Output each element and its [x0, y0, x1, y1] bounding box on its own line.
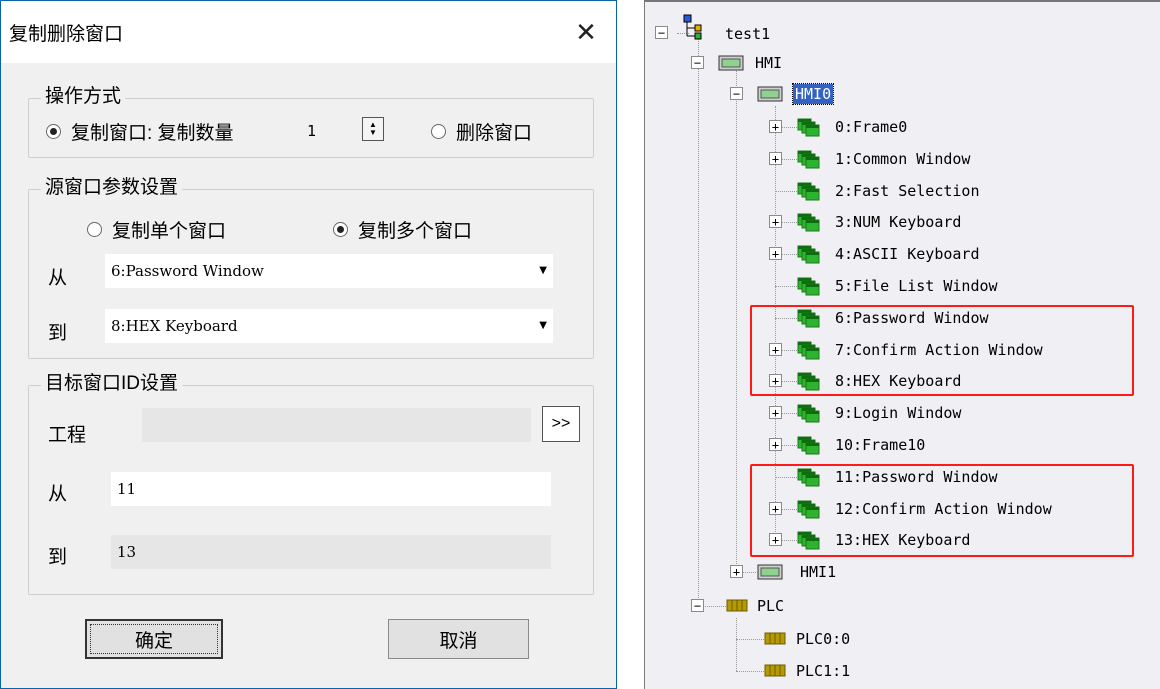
copy-delete-window-dialog: 复制删除窗口 ✕ 操作方式 复制窗口: 复制数量 1 ▲ ▼ 删除窗口 源窗口参… — [0, 0, 617, 689]
expand-window-toggle[interactable]: + — [769, 438, 782, 451]
target-from-label: 从 — [48, 484, 68, 505]
source-to-label: 到 — [48, 323, 68, 344]
window-icon — [797, 277, 820, 296]
window-icon — [797, 436, 820, 455]
copy-window-label: 复制窗口: 复制数量 — [71, 123, 234, 144]
plc-device-icon — [764, 664, 786, 677]
collapse-hmi0-toggle[interactable]: − — [730, 87, 743, 100]
copy-single-label: 复制单个窗口 — [112, 221, 227, 242]
ok-button-label: 确定 — [134, 630, 173, 652]
source-from-label: 从 — [48, 268, 68, 289]
tree-connector — [736, 64, 737, 572]
radio-unchecked-icon — [431, 124, 446, 139]
hmi0-screen-icon — [757, 86, 783, 102]
source-to-value: 8:HEX Keyboard — [111, 317, 238, 335]
plc-icon — [726, 599, 748, 612]
target-to-field: 13 — [111, 535, 551, 569]
window-item-label[interactable]: 4:ASCII Keyboard — [835, 244, 980, 264]
tree-connector — [736, 671, 764, 672]
window-icon — [797, 245, 820, 264]
chevron-down-icon: ▼ — [539, 265, 547, 276]
expand-window-toggle[interactable]: + — [769, 406, 782, 419]
tree-connector — [775, 286, 799, 287]
copy-multi-radio[interactable]: 复制多个窗口 — [333, 216, 472, 243]
copy-single-radio[interactable]: 复制单个窗口 — [87, 216, 226, 243]
cancel-button-label: 取消 — [439, 630, 478, 652]
tree-root-label[interactable]: test1 — [725, 24, 770, 44]
tree-connector — [698, 36, 699, 608]
collapse-plc-toggle[interactable]: − — [691, 599, 704, 612]
copy-multi-label: 复制多个窗口 — [358, 221, 473, 242]
radio-unchecked-icon — [87, 222, 102, 237]
source-from-value: 6:Password Window — [111, 262, 264, 280]
title-bar: 复制删除窗口 ✕ — [1, 1, 616, 63]
project-tree: − test1 − HMI − HMI0 +0:Frame0 +1:Common … — [644, 0, 1160, 689]
copy-count-input[interactable]: 1 — [299, 118, 349, 144]
copy-count-spinner[interactable]: ▲ ▼ — [362, 117, 384, 141]
tree-connector — [775, 191, 799, 192]
window-icon — [797, 213, 820, 232]
expand-hmi1-toggle[interactable]: + — [730, 565, 743, 578]
dialog-title: 复制删除窗口 — [9, 24, 124, 45]
window-item-label[interactable]: 10:Frame10 — [835, 435, 925, 455]
source-to-select[interactable]: 8:HEX Keyboard ▼ — [105, 309, 553, 343]
window-icon — [797, 118, 820, 137]
copied-windows-highlight — [750, 464, 1134, 557]
target-to-label: 到 — [48, 547, 68, 568]
collapse-root-toggle[interactable]: − — [655, 26, 668, 39]
close-icon[interactable]: ✕ — [556, 1, 616, 63]
expand-window-toggle[interactable]: + — [769, 120, 782, 133]
project-root-icon — [683, 14, 702, 40]
window-item-label[interactable]: 5:File List Window — [835, 276, 998, 296]
ok-button[interactable]: 确定 — [85, 619, 223, 659]
spin-down-icon: ▼ — [369, 128, 377, 137]
cancel-button[interactable]: 取消 — [388, 619, 529, 659]
window-icon — [797, 404, 820, 423]
tree-connector — [736, 639, 764, 640]
tree-hmi-label[interactable]: HMI — [755, 53, 782, 73]
delete-window-radio[interactable]: 删除窗口 — [431, 118, 532, 145]
window-icon — [797, 150, 820, 169]
project-label: 工程 — [48, 425, 87, 446]
window-item-label[interactable]: 3:NUM Keyboard — [835, 212, 961, 232]
tree-connector — [736, 618, 737, 671]
tree-hmi0-label[interactable]: HMI0 — [791, 83, 835, 105]
hmi1-screen-icon — [757, 564, 783, 580]
window-item-label[interactable]: 1:Common Window — [835, 149, 970, 169]
target-legend: 目标窗口ID设置 — [41, 372, 183, 396]
window-item-label[interactable]: 2:Fast Selection — [835, 181, 980, 201]
tree-plc-label[interactable]: PLC — [757, 596, 784, 616]
expand-window-toggle[interactable]: + — [769, 247, 782, 260]
hmi-folder-icon — [718, 55, 744, 71]
browse-button[interactable]: >> — [542, 406, 580, 442]
window-item-label[interactable]: 0:Frame0 — [835, 117, 907, 137]
window-icon — [797, 182, 820, 201]
operation-legend: 操作方式 — [41, 85, 126, 109]
expand-window-toggle[interactable]: + — [769, 152, 782, 165]
chevron-down-icon: ▼ — [539, 320, 547, 331]
tree-plc1-label[interactable]: PLC1:1 — [796, 661, 850, 681]
target-from-input[interactable]: 11 — [111, 472, 551, 506]
radio-checked-icon — [46, 124, 61, 139]
source-from-select[interactable]: 6:Password Window ▼ — [105, 254, 553, 288]
expand-window-toggle[interactable]: + — [769, 215, 782, 228]
window-item-label[interactable]: 9:Login Window — [835, 403, 961, 423]
plc-device-icon — [764, 632, 786, 645]
tree-plc0-label[interactable]: PLC0:0 — [796, 629, 850, 649]
radio-checked-icon — [333, 222, 348, 237]
source-legend: 源窗口参数设置 — [41, 176, 183, 200]
collapse-hmi-toggle[interactable]: − — [691, 56, 704, 69]
copy-window-radio[interactable]: 复制窗口: 复制数量 — [46, 118, 234, 145]
delete-window-label: 删除窗口 — [456, 123, 533, 144]
project-field[interactable] — [142, 408, 531, 442]
tree-hmi1-label[interactable]: HMI1 — [800, 562, 836, 582]
source-windows-highlight — [750, 305, 1134, 396]
